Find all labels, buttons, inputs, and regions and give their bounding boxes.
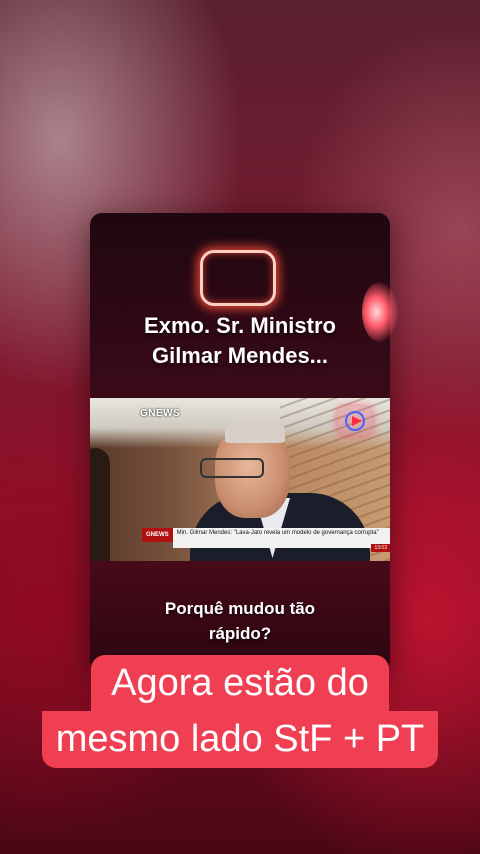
- question-line-2: rápido?: [208, 624, 272, 643]
- glasses-icon: [200, 458, 264, 478]
- question-caption: Porquê mudou tão rápido?: [90, 596, 390, 646]
- play-icon[interactable]: [337, 406, 373, 436]
- lower-third-text: Min. Gilmar Mendes: "Lava-Jato revela um…: [172, 528, 390, 548]
- speaker-hair: [225, 418, 285, 443]
- banner-line-1: Agora estão do: [91, 655, 389, 712]
- banner-line-2: mesmo lado StF + PT: [41, 711, 439, 768]
- lower-third-tag: GNEWS: [142, 528, 173, 542]
- channel-logo: GNEWS: [140, 408, 181, 419]
- headline-line-2: Gilmar Mendes...: [151, 343, 329, 368]
- headline: Exmo. Sr. Ministro Gilmar Mendes...: [90, 311, 390, 371]
- question-line-1: Porquê mudou tão: [164, 599, 316, 618]
- headline-line-1: Exmo. Sr. Ministro: [144, 313, 336, 338]
- lower-third-time: 13:03: [371, 544, 390, 552]
- neon-logo-icon: [200, 250, 276, 306]
- light-flare: [362, 282, 398, 342]
- news-video-frame[interactable]: GNEWS GNEWS Min. Gilmar Mendes: "Lava-Ja…: [90, 398, 390, 561]
- video-card[interactable]: Exmo. Sr. Ministro Gilmar Mendes... GNEW…: [90, 213, 390, 673]
- lower-third: GNEWS Min. Gilmar Mendes: "Lava-Jato rev…: [142, 528, 390, 552]
- background-person: [90, 448, 110, 561]
- caption-banner: Agora estão do mesmo lado StF + PT: [0, 655, 480, 768]
